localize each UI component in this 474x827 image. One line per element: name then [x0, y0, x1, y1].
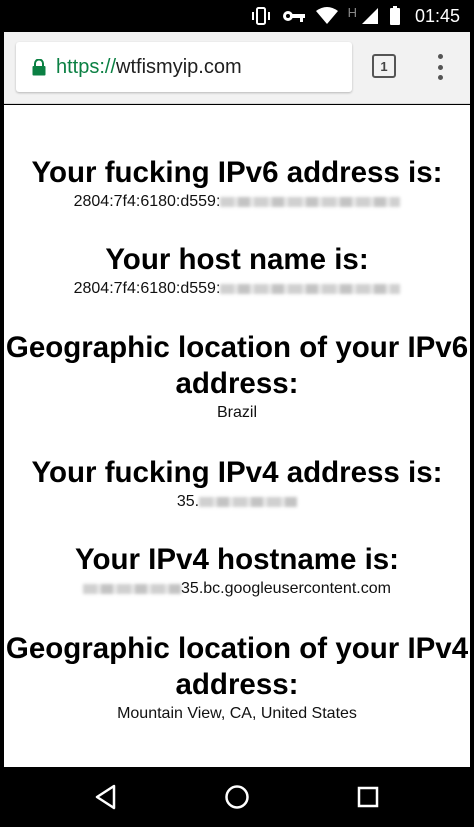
redacted-blur [83, 583, 182, 594]
ipv4-heading: Your fucking IPv4 address is: [31, 456, 443, 489]
hostname-value: 2804:7f4:6180:d559: [4, 278, 470, 300]
hostname-heading: Your host name is: [105, 243, 369, 276]
redacted-blur [220, 196, 401, 207]
ipv4-section: Your fucking IPv4 address is: 35. [4, 455, 470, 513]
geo-ipv6-value: Brazil [216, 404, 257, 421]
hostname-section: Your host name is: 2804:7f4:6180:d559: [4, 242, 470, 300]
geo-ipv4-value: Mountain View, CA, United States [117, 705, 357, 722]
ipv6-value-text: 2804:7f4:6180:d559: [73, 193, 221, 210]
vibrate-icon [250, 7, 272, 25]
back-icon[interactable] [76, 767, 136, 827]
signal-icon [361, 7, 379, 25]
ipv6-section: Your fucking IPv6 address is: 2804:7f4:6… [4, 155, 470, 213]
ipv4-hostname-section: Your IPv4 hostname is: 35.bc.googleuserc… [4, 542, 470, 600]
lock-icon[interactable] [32, 58, 46, 76]
overflow-menu-icon[interactable] [430, 52, 450, 82]
ipv4-value-text: 35. [176, 493, 200, 510]
hostname-value-text: 2804:7f4:6180:d559: [73, 280, 221, 297]
tab-count: 1 [380, 58, 388, 74]
battery-icon [389, 6, 401, 26]
geo-ipv4-heading-line1: Geographic location of your IPv4 [5, 632, 469, 665]
browser-toolbar: https://wtfismyip.com 1 [4, 32, 470, 104]
ipv4-hostname-value: 35.bc.googleusercontent.com [4, 578, 470, 600]
phone-screen: H 01:45 https://wtfismyip.com 1 Your fuc… [0, 0, 474, 827]
navigation-bar [0, 767, 474, 827]
ipv4-hostname-heading: Your IPv4 hostname is: [74, 543, 400, 576]
redacted-blur [199, 496, 298, 507]
ipv4-value: 35. [4, 491, 470, 513]
ipv6-heading: Your fucking IPv6 address is: [31, 156, 443, 189]
key-icon [282, 9, 306, 23]
clock: 01:45 [414, 5, 460, 26]
wifi-icon [315, 7, 338, 25]
geo-ipv6-heading-line1: Geographic location of your IPv6 [5, 331, 469, 364]
geo-ipv6-heading-line2: address: [175, 367, 299, 400]
page-content: Your fucking IPv6 address is: 2804:7f4:6… [4, 105, 470, 767]
url-host: wtfismyip.com [116, 55, 242, 78]
home-icon[interactable] [207, 767, 267, 827]
url-scheme: https:// [56, 55, 117, 78]
recents-icon[interactable] [338, 767, 398, 827]
ipv4-hostname-value-text: 35.bc.googleusercontent.com [181, 580, 391, 597]
geo-ipv4-section: Geographic location of your IPv4 address… [4, 631, 470, 725]
status-bar: H 01:45 [0, 0, 474, 32]
network-type-label: H [347, 4, 357, 20]
redacted-blur [220, 283, 401, 294]
ipv6-value: 2804:7f4:6180:d559: [4, 191, 470, 213]
geo-ipv4-heading-line2: address: [175, 668, 299, 701]
geo-ipv6-section: Geographic location of your IPv6 address… [4, 330, 470, 424]
tabs-icon[interactable]: 1 [372, 54, 396, 78]
address-bar[interactable]: https://wtfismyip.com [16, 42, 352, 92]
